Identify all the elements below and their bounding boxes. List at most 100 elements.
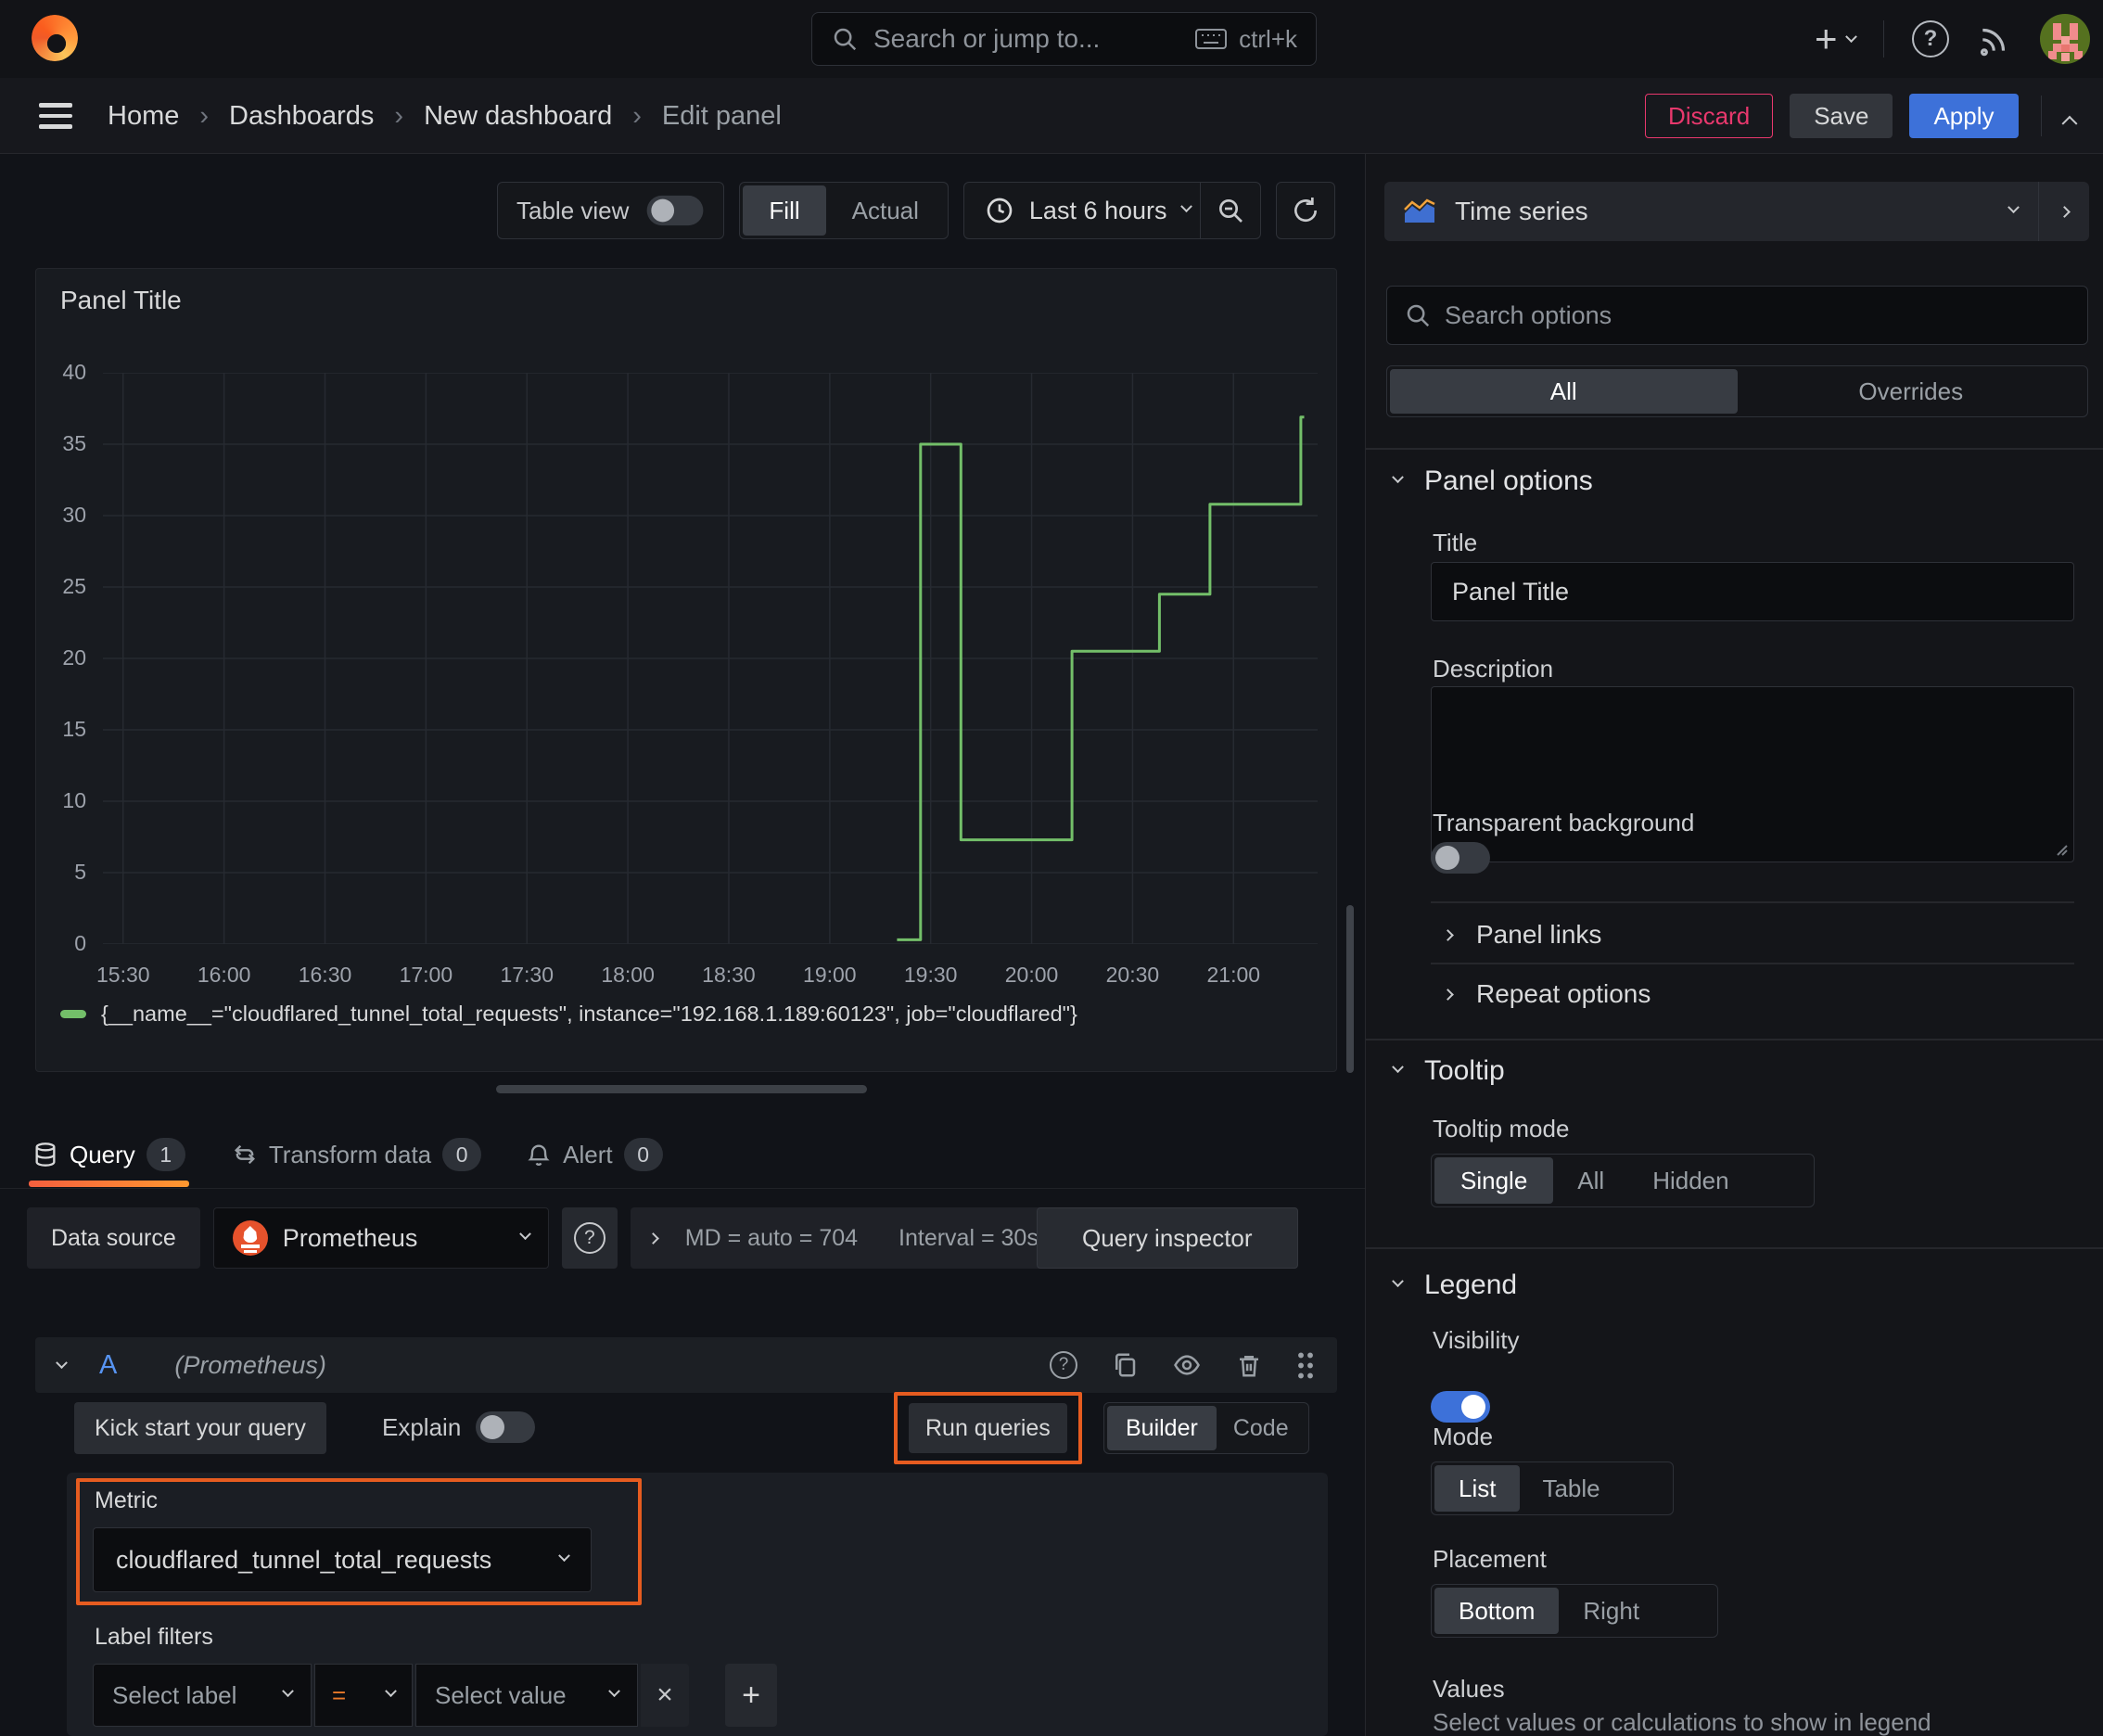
datasource-picker[interactable]: Prometheus	[212, 1207, 549, 1269]
builder-option[interactable]: Builder	[1107, 1406, 1217, 1450]
y-tick-label: 25	[62, 574, 86, 598]
tooltip-mode-group: Single All Hidden	[1431, 1154, 1815, 1207]
time-range-chevron-icon	[1179, 199, 1192, 212]
section-tooltip[interactable]: Tooltip	[1392, 1055, 1505, 1087]
legend-placement-bottom[interactable]: Bottom	[1434, 1588, 1560, 1634]
breadcrumb-dashboards[interactable]: Dashboards	[229, 101, 374, 132]
datasource-label: Data source	[27, 1207, 200, 1269]
news-rss-icon[interactable]	[1977, 21, 2012, 57]
refresh-button[interactable]	[1276, 182, 1335, 239]
duplicate-icon[interactable]	[1111, 1351, 1139, 1379]
breadcrumb-new-dashboard[interactable]: New dashboard	[424, 101, 612, 132]
vertical-scrollbar[interactable]	[1346, 905, 1354, 1073]
refresh-icon	[1294, 198, 1318, 223]
tab-all[interactable]: All	[1390, 369, 1738, 414]
legend-series-label[interactable]: {__name__="cloudflared_tunnel_total_requ…	[101, 1002, 1077, 1027]
search-icon	[834, 28, 857, 51]
grafana-logo-icon[interactable]	[32, 15, 78, 61]
legend-values-label: Values	[1433, 1675, 1505, 1703]
select-label-chevron-icon	[282, 1684, 294, 1697]
builder-code-group: Builder Code	[1103, 1402, 1309, 1454]
legend-placement-right[interactable]: Right	[1559, 1588, 1663, 1634]
viz-suggestions-button[interactable]	[2039, 205, 2089, 218]
help-circle-icon: ?	[573, 1222, 605, 1254]
panel-title[interactable]: Panel Title	[60, 286, 182, 315]
legend-swatch	[60, 1010, 86, 1018]
kick-start-button[interactable]: Kick start your query	[74, 1402, 326, 1454]
fill-option[interactable]: Fill	[743, 185, 826, 236]
table-view-toggle[interactable]	[647, 195, 704, 226]
help-icon[interactable]: ?	[1912, 20, 1949, 57]
tooltip-mode-label: Tooltip mode	[1433, 1115, 1570, 1142]
legend-visibility-toggle[interactable]	[1431, 1391, 1490, 1423]
remove-filter-button[interactable]: ×	[641, 1664, 689, 1727]
operator-dropdown[interactable]: =	[314, 1664, 413, 1727]
y-tick-label: 10	[62, 788, 86, 812]
x-tick-label: 20:00	[1004, 963, 1059, 987]
section-legend[interactable]: Legend	[1392, 1270, 1517, 1301]
tooltip-mode-hidden[interactable]: Hidden	[1628, 1157, 1752, 1204]
panel-title-input[interactable]: Panel Title	[1431, 562, 2074, 621]
explain-toggle[interactable]	[476, 1411, 535, 1443]
tooltip-heading: Tooltip	[1424, 1055, 1505, 1086]
options-search-input[interactable]: Search options	[1386, 286, 2088, 345]
query-inspector-button[interactable]: Query inspector	[1036, 1207, 1298, 1269]
section-panel-options[interactable]: Panel options	[1392, 466, 1593, 497]
global-search-input[interactable]: Search or jump to... ctrl+k	[811, 12, 1317, 66]
resize-corner-icon	[2057, 845, 2068, 856]
timeseries-chart-icon	[1404, 198, 1435, 223]
transparent-background-toggle[interactable]	[1431, 842, 1490, 874]
time-range-picker[interactable]: Last 6 hours	[964, 183, 1200, 238]
trash-icon[interactable]	[1235, 1351, 1263, 1379]
legend-mode-list[interactable]: List	[1434, 1465, 1521, 1512]
max-data-points: MD = auto = 704	[684, 1224, 859, 1251]
collapse-header-icon[interactable]	[2061, 115, 2078, 132]
drag-handle-icon[interactable]	[1296, 1350, 1315, 1380]
actual-option[interactable]: Actual	[826, 185, 945, 236]
tab-overrides[interactable]: Overrides	[1738, 369, 2085, 414]
query-builder-card: Metric cloudflared_tunnel_total_requests…	[67, 1473, 1328, 1736]
panel-card: Panel Title 0 5 10 15 20 25 30 35 40 15:30 16:00 1…	[35, 268, 1337, 1072]
options-search-placeholder: Search options	[1445, 300, 1612, 329]
run-queries-button[interactable]: Run queries	[909, 1403, 1067, 1453]
add-button[interactable]: +	[1815, 19, 1857, 58]
query-options-group: MD = auto = 704 Interval = 30s Query ins…	[630, 1207, 1298, 1269]
add-filter-button[interactable]: +	[725, 1664, 777, 1727]
tab-transform-data[interactable]: Transform data 0	[232, 1122, 482, 1187]
datasource-chevron-icon	[518, 1227, 531, 1240]
tooltip-mode-all[interactable]: All	[1553, 1157, 1628, 1204]
save-button[interactable]: Save	[1790, 94, 1893, 138]
legend-mode-table[interactable]: Table	[1520, 1465, 1622, 1512]
apply-button[interactable]: Apply	[1909, 94, 2019, 138]
zoom-out-button[interactable]	[1201, 183, 1260, 238]
code-option[interactable]: Code	[1217, 1406, 1306, 1450]
section-repeat-options[interactable]: Repeat options	[1442, 974, 1651, 1015]
metric-select[interactable]: cloudflared_tunnel_total_requests	[93, 1527, 592, 1592]
y-tick-label: 5	[74, 860, 86, 884]
tooltip-mode-single[interactable]: Single	[1434, 1157, 1554, 1204]
eye-icon[interactable]	[1172, 1351, 1202, 1379]
plot-area[interactable]	[103, 373, 1318, 944]
y-tick-label: 0	[74, 931, 86, 955]
y-tick-label: 35	[62, 431, 86, 455]
select-label-dropdown[interactable]: Select label	[93, 1664, 312, 1727]
section-panel-links[interactable]: Panel links	[1442, 914, 1601, 955]
query-help-icon[interactable]: ?	[1050, 1351, 1077, 1379]
breadcrumb-home[interactable]: Home	[108, 101, 179, 132]
tab-alert[interactable]: Alert 0	[526, 1122, 663, 1187]
query-collapse-icon[interactable]	[56, 1356, 68, 1369]
query-row-header[interactable]: A (Prometheus) ?	[35, 1337, 1337, 1393]
visualization-picker[interactable]: Time series	[1384, 182, 2089, 241]
menu-toggle-icon[interactable]	[39, 103, 72, 129]
query-ref-id[interactable]: A	[99, 1350, 117, 1381]
discard-button[interactable]: Discard	[1645, 94, 1774, 138]
breadcrumb: Home › Dashboards › New dashboard › Edit…	[108, 100, 782, 132]
avatar[interactable]	[2040, 14, 2090, 64]
search-shortcut: ctrl+k	[1239, 24, 1297, 53]
chart-legend[interactable]: {__name__="cloudflared_tunnel_total_requ…	[60, 1002, 1077, 1027]
options-expand-icon[interactable]	[646, 1232, 659, 1245]
select-value-dropdown[interactable]: Select value	[415, 1664, 638, 1727]
datasource-help-button[interactable]: ?	[561, 1207, 618, 1269]
tab-query[interactable]: Query 1	[29, 1122, 189, 1187]
panel-resize-handle[interactable]	[496, 1085, 867, 1093]
